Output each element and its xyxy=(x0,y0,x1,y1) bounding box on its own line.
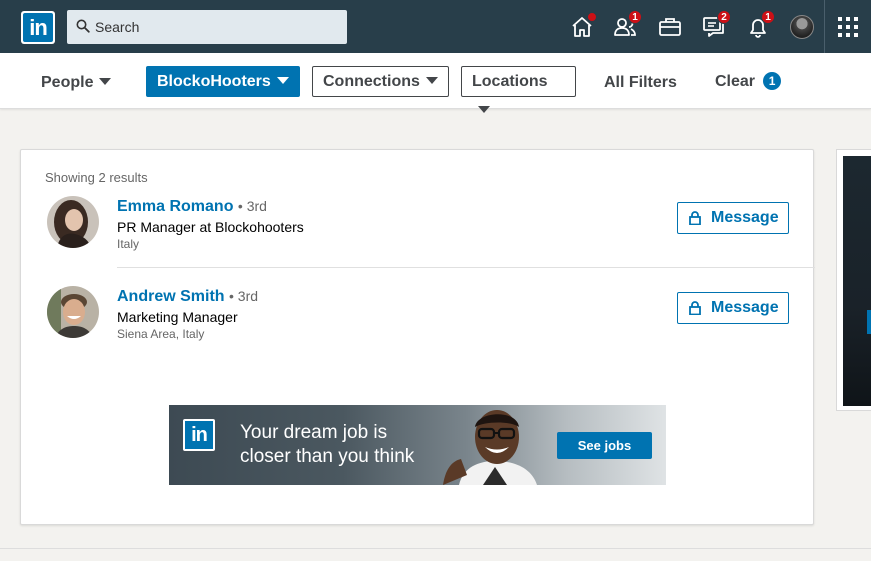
profile-avatar[interactable] xyxy=(47,286,99,338)
connections-filter-button[interactable]: Connections xyxy=(312,66,449,97)
company-filter-label: BlockoHooters xyxy=(157,73,271,90)
locations-filter-label: Locations xyxy=(472,73,548,90)
message-button-label: Message xyxy=(711,299,779,316)
profile-name-link[interactable]: Emma Romano • 3rd xyxy=(117,197,267,217)
caret-down-icon xyxy=(99,77,112,85)
clear-filters-label: Clear xyxy=(715,73,756,90)
see-jobs-button[interactable]: See jobs xyxy=(557,432,652,459)
top-nav: in 1 xyxy=(0,0,871,53)
profile-headline: Marketing Manager xyxy=(117,309,238,325)
caret-down-icon xyxy=(425,76,438,84)
ad-line-1: Your dream job is xyxy=(240,422,388,443)
rail-ad-cta[interactable] xyxy=(867,310,871,334)
search-input[interactable] xyxy=(95,10,335,44)
caret-down-icon xyxy=(276,76,289,84)
all-filters-button[interactable]: All Filters xyxy=(604,73,677,93)
connections-filter-label: Connections xyxy=(323,73,420,90)
nav-my-network[interactable]: 1 xyxy=(612,10,642,40)
ad-linkedin-logo: in xyxy=(183,419,215,451)
home-badge xyxy=(587,12,597,22)
connection-degree: • 3rd xyxy=(237,198,267,214)
avatar-photo xyxy=(47,286,99,338)
filter-bar: People BlockoHooters Connections Locatio… xyxy=(0,53,871,113)
lock-icon xyxy=(689,211,701,225)
logo-text: in xyxy=(23,13,53,42)
locations-filter-button[interactable]: Locations xyxy=(461,66,576,113)
result-row: Andrew Smith • 3rd Marketing Manager Sie… xyxy=(21,240,813,341)
apps-grid-icon[interactable] xyxy=(838,17,858,37)
people-filter-label: People xyxy=(41,74,94,91)
me-avatar[interactable] xyxy=(790,15,814,39)
profile-name-link[interactable]: Andrew Smith • 3rd xyxy=(117,287,258,307)
nav-home[interactable] xyxy=(569,12,597,40)
result-row: Emma Romano • 3rd PR Manager at Blockoho… xyxy=(21,150,813,251)
message-button[interactable]: Message xyxy=(677,202,789,234)
nav-jobs[interactable] xyxy=(657,14,683,40)
ad-line-2: closer than you think xyxy=(240,446,415,467)
nav-messaging[interactable]: 2 xyxy=(701,10,731,40)
right-rail-ad[interactable] xyxy=(836,149,871,411)
message-button-label: Message xyxy=(711,209,779,226)
message-button[interactable]: Message xyxy=(677,292,789,324)
rail-ad-image xyxy=(843,156,871,406)
lock-icon xyxy=(689,301,701,315)
linkedin-logo[interactable]: in xyxy=(21,11,55,44)
all-filters-label: All Filters xyxy=(604,74,677,91)
company-filter-button[interactable]: BlockoHooters xyxy=(146,66,300,97)
ad-person-photo xyxy=(443,410,537,485)
caret-down-icon xyxy=(478,105,490,113)
notifications-badge: 1 xyxy=(761,10,775,24)
people-filter-dropdown[interactable]: People xyxy=(41,73,112,93)
search-box[interactable] xyxy=(67,10,347,44)
network-badge: 1 xyxy=(628,10,642,24)
connection-degree: • 3rd xyxy=(229,288,259,304)
messaging-badge: 2 xyxy=(717,10,731,24)
jobs-ad-banner[interactable]: in Your dream job is closer than you thi… xyxy=(169,405,666,485)
ad-headline: Your dream job is closer than you think xyxy=(240,421,440,469)
page-bottom-divider xyxy=(0,548,871,549)
clear-filters-button[interactable]: Clear 1 xyxy=(715,72,782,92)
search-results-card: Showing 2 results Emma Romano • 3rd PR M… xyxy=(20,149,815,525)
nav-divider xyxy=(824,0,825,53)
nav-notifications[interactable]: 1 xyxy=(745,10,775,40)
profile-name: Emma Romano xyxy=(117,198,234,215)
briefcase-icon xyxy=(659,18,681,36)
search-icon xyxy=(76,19,90,33)
profile-headline: PR Manager at Blockohooters xyxy=(117,219,304,235)
profile-name: Andrew Smith xyxy=(117,288,225,305)
clear-count-badge: 1 xyxy=(763,72,782,90)
profile-location: Siena Area, Italy xyxy=(117,327,205,341)
